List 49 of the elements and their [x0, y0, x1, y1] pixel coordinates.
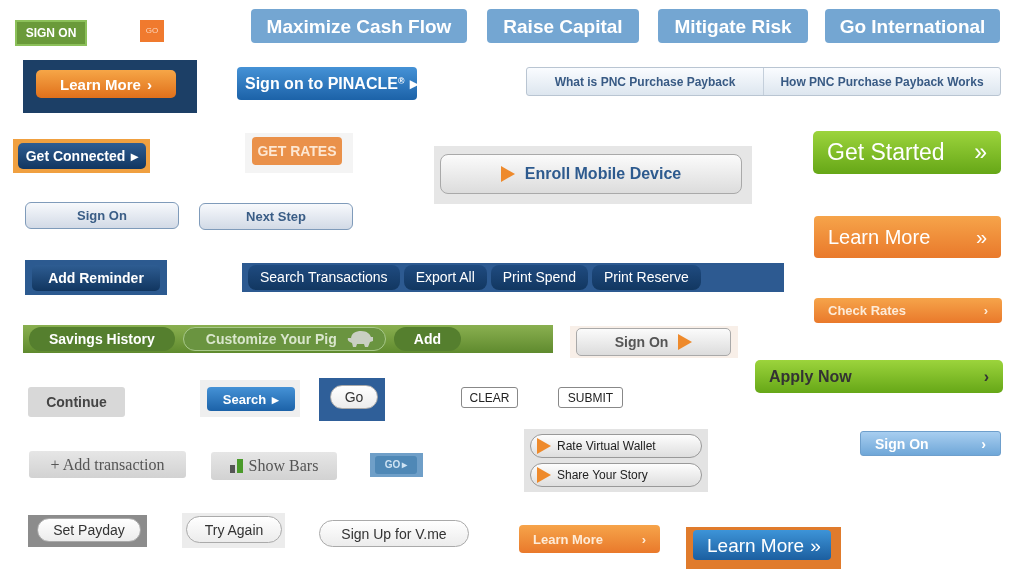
- toolbar-button[interactable]: Search Transactions: [248, 265, 400, 290]
- button[interactable]: SUBMIT: [558, 387, 623, 408]
- button[interactable]: GO ▸: [375, 456, 417, 474]
- button[interactable]: Add Reminder: [32, 265, 160, 291]
- toolbar-button[interactable]: Add: [393, 327, 461, 351]
- button[interactable]: SIGN ON: [15, 20, 87, 46]
- arrow-icon: ›: [641, 532, 646, 546]
- button[interactable]: Search ▸: [207, 387, 295, 411]
- toolbar-button[interactable]: Export All: [403, 265, 487, 290]
- button[interactable]: Sign on to PINACLE$^{®}$ ▸: [237, 67, 417, 100]
- toolbar-button[interactable]: Print Spend: [490, 265, 588, 290]
- button[interactable]: Show Bars: [211, 452, 337, 480]
- toolbar-button[interactable]: Print Reserve: [591, 265, 701, 290]
- button[interactable]: Try Again: [186, 516, 282, 543]
- arrow-icon: ›: [983, 304, 988, 317]
- tab[interactable]: How PNC Purchase Payback Works: [763, 68, 1000, 95]
- arrow-icon: »: [975, 227, 987, 247]
- button[interactable]: Get Connected ▸: [18, 143, 146, 169]
- arrow-icon: ▸: [131, 149, 139, 163]
- play-icon: [537, 438, 551, 454]
- toolbar-button[interactable]: Savings History: [29, 327, 175, 351]
- button[interactable]: Share Your Story: [530, 463, 702, 487]
- button[interactable]: Next Step: [199, 203, 353, 230]
- button[interactable]: Sign On: [576, 328, 731, 356]
- button[interactable]: Sign Up for V.me: [319, 520, 469, 547]
- button[interactable]: Apply Now ›: [755, 360, 1003, 393]
- arrow-icon: ▸: [410, 75, 419, 92]
- button[interactable]: Continue: [28, 387, 125, 417]
- play-icon: [678, 334, 693, 350]
- arrow-icon: »: [974, 141, 987, 164]
- button[interactable]: + Add transaction: [29, 451, 186, 478]
- arrow-icon: »: [810, 535, 821, 555]
- arrow-icon: ▸: [402, 460, 408, 470]
- button[interactable]: Rate Virtual Wallet: [530, 434, 702, 458]
- arrow-icon: ›: [983, 368, 989, 385]
- tab[interactable]: What is PNC Purchase Payback: [527, 68, 763, 95]
- arrow-icon: ›: [146, 76, 152, 92]
- button[interactable]: Enroll Mobile Device: [440, 154, 742, 194]
- button[interactable]: Learn More »: [693, 530, 831, 560]
- pig-icon: [346, 330, 373, 348]
- play-icon: [537, 467, 551, 483]
- play-icon: [500, 166, 515, 182]
- bar-chart-icon: [229, 459, 243, 473]
- button[interactable]: CLEAR: [461, 387, 518, 408]
- button[interactable]: Set Payday: [37, 518, 141, 542]
- button[interactable]: Sign On: [25, 202, 179, 229]
- button[interactable]: Go: [330, 385, 378, 409]
- arrow-icon: ›: [981, 436, 986, 451]
- arrow-icon: ▸: [272, 392, 280, 406]
